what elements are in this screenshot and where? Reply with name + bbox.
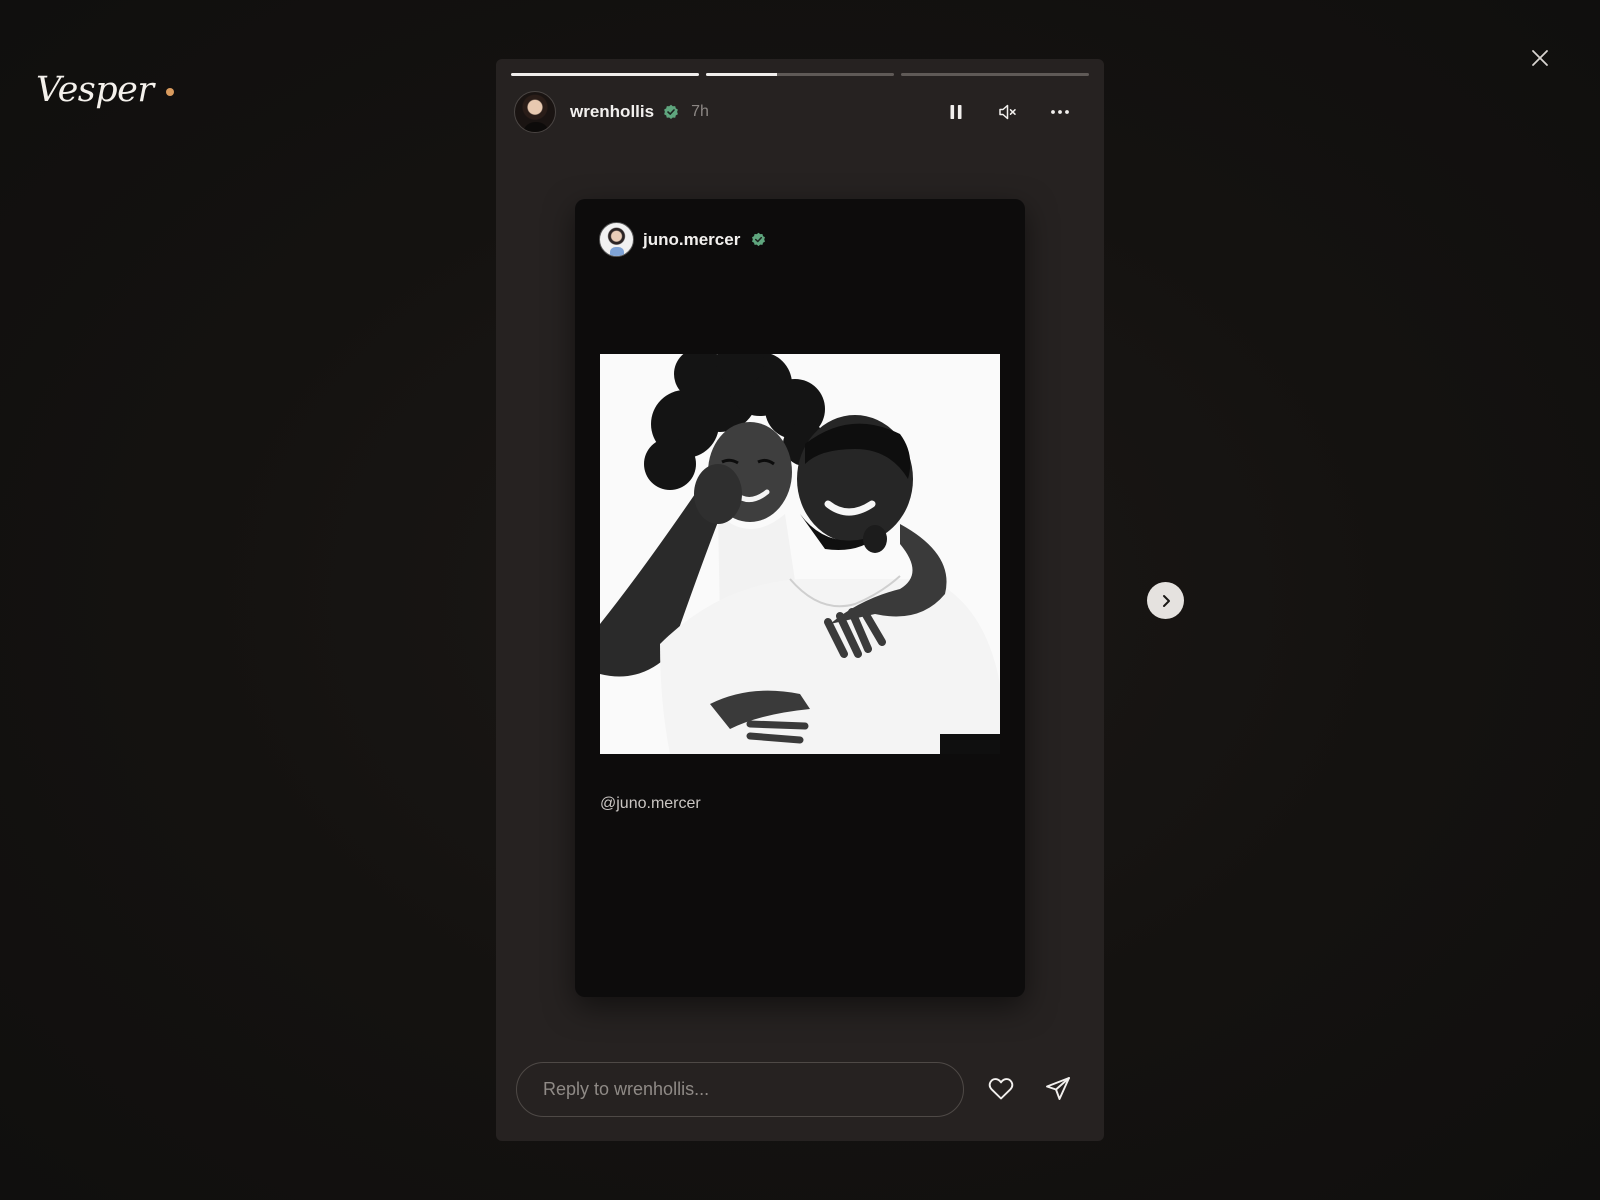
pause-icon: [950, 105, 962, 119]
progress-fill: [511, 73, 699, 76]
couple-photo-illustration: [600, 354, 1000, 754]
story-timestamp: 7h: [691, 103, 709, 120]
heart-icon: [988, 1078, 1014, 1100]
progress-segment: [511, 73, 699, 76]
author-avatar[interactable]: [514, 91, 556, 133]
muted-speaker-icon: [999, 104, 1016, 120]
story-progress: [511, 73, 1089, 76]
mute-button[interactable]: [982, 94, 1034, 130]
brand-dot: [165, 88, 174, 96]
progress-fill: [706, 73, 778, 76]
brand-logo[interactable]: Vesper: [36, 70, 174, 110]
next-story-button[interactable]: [1147, 582, 1184, 619]
reply-bar: [516, 1061, 1084, 1117]
reply-input[interactable]: [516, 1061, 965, 1117]
story-controls: [930, 94, 1086, 130]
pause-button[interactable]: [930, 94, 982, 130]
more-options-button[interactable]: [1034, 94, 1086, 130]
send-icon: [1046, 1077, 1071, 1100]
close-icon: [1532, 50, 1548, 66]
like-button[interactable]: [975, 1063, 1026, 1115]
shared-post-avatar[interactable]: [599, 222, 634, 257]
verified-badge-icon: [751, 232, 766, 247]
send-button[interactable]: [1033, 1063, 1084, 1115]
brand-name: Vesper: [36, 70, 154, 110]
shared-post-username[interactable]: juno.mercer: [643, 230, 740, 250]
progress-segment: [901, 73, 1089, 76]
story-header: wrenhollis 7h: [514, 91, 1086, 133]
story-viewer[interactable]: wrenhollis 7h juno.mercer @juno.mercer R…: [496, 59, 1104, 1141]
verified-badge-icon: [663, 104, 679, 120]
more-horizontal-icon: [1051, 110, 1069, 114]
shared-post-mention[interactable]: @juno.mercer: [600, 795, 701, 813]
close-button[interactable]: [1522, 40, 1558, 76]
shared-post-card[interactable]: juno.mercer @juno.mercer: [575, 199, 1025, 997]
shared-post-header: juno.mercer: [599, 222, 766, 257]
chevron-right-icon: [1162, 594, 1170, 607]
author-username[interactable]: wrenhollis: [570, 102, 654, 122]
shared-post-photo[interactable]: [600, 354, 1000, 754]
progress-segment: [706, 73, 894, 76]
